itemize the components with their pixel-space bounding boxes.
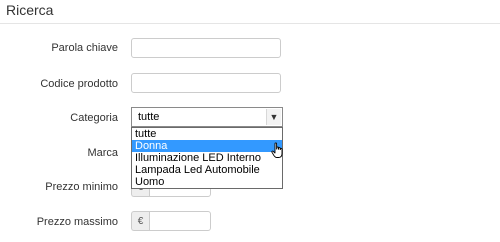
category-option[interactable]: Donna <box>132 140 282 152</box>
category-label: Categoria <box>70 112 118 124</box>
category-dropdown-list: tutte Donna Illuminazione LED Interno Lampa… <box>131 127 283 189</box>
keyword-input[interactable] <box>131 38 281 58</box>
category-option[interactable]: Lampada Led Automobile <box>132 164 282 176</box>
category-option[interactable]: Illuminazione LED Interno <box>132 152 282 164</box>
page-title: Ricerca <box>6 2 54 18</box>
category-select[interactable]: tutte ▼ <box>131 107 283 127</box>
category-select-value: tutte <box>138 111 160 123</box>
max-price-input[interactable] <box>149 211 211 231</box>
product-code-label: Codice prodotto <box>40 78 118 90</box>
max-price-label: Prezzo massimo <box>36 216 118 228</box>
keyword-label: Parola chiave <box>51 42 118 54</box>
brand-label: Marca <box>87 147 118 159</box>
title-divider <box>0 23 500 24</box>
category-option[interactable]: tutte <box>132 128 282 140</box>
category-option[interactable]: Uomo <box>132 176 282 188</box>
min-price-label: Prezzo minimo <box>45 181 118 193</box>
hand-pointer-icon <box>271 142 284 164</box>
chevron-down-icon[interactable]: ▼ <box>266 109 281 125</box>
max-price-currency-addon: € <box>131 211 149 231</box>
product-code-input[interactable] <box>131 73 281 93</box>
